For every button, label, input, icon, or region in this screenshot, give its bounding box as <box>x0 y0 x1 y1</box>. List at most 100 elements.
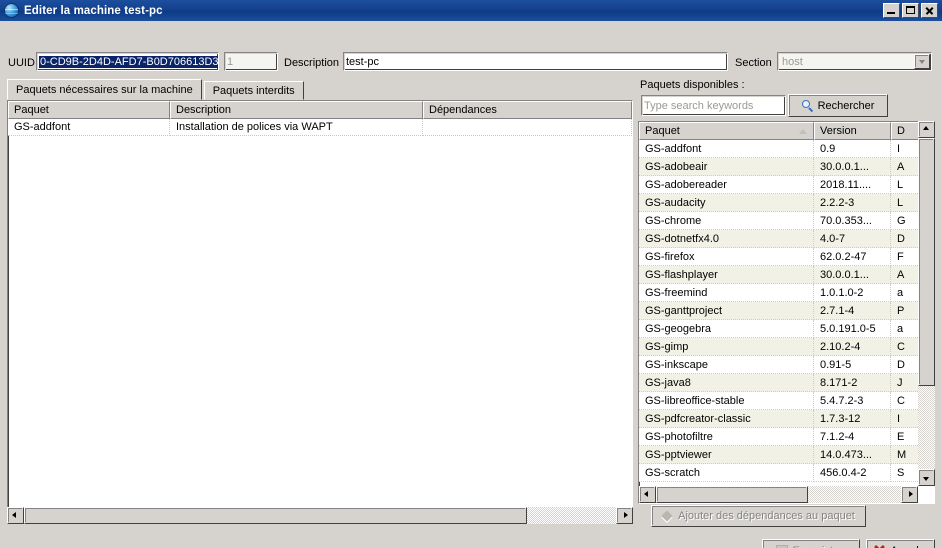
table-row[interactable]: GS-firefox 62.0.2-47 F <box>639 248 934 266</box>
search-icon <box>801 100 813 113</box>
globe-icon <box>4 3 19 18</box>
table-row[interactable]: GS-adobereader 2018.11.... L <box>639 176 934 194</box>
tab-required-packages[interactable]: Paquets nécessaires sur la machine <box>7 79 202 100</box>
table-row[interactable]: GS-java8 8.171-2 J <box>639 374 934 392</box>
hscroll-thumb[interactable] <box>24 507 528 524</box>
cell-paquet: GS-libreoffice-stable <box>639 392 814 410</box>
table-row[interactable]: GS-chrome 70.0.353... G <box>639 212 934 230</box>
table-row[interactable]: GS-adobeair 30.0.0.1... A <box>639 158 934 176</box>
cell-paquet: GS-firefox <box>639 248 814 266</box>
cell-paquet: GS-gimp <box>639 338 814 356</box>
cell-version: 456.0.4-2 <box>814 464 891 482</box>
scroll-right-arrow-icon[interactable] <box>901 486 918 503</box>
cell-description: Installation de polices via WAPT <box>170 119 423 136</box>
cell-version: 8.171-2 <box>814 374 891 392</box>
cell-paquet: GS-addfont <box>8 119 170 136</box>
window-body: UUID 0-CD9B-2D4D-AFD7-B0D706613D37 1 Des… <box>0 21 942 548</box>
section-value: host <box>782 55 803 68</box>
maximize-button[interactable] <box>902 3 919 18</box>
add-dependencies-button[interactable]: Ajouter des dépendances au paquet <box>651 505 866 527</box>
scroll-left-arrow-icon[interactable] <box>639 486 656 503</box>
machine-number-input[interactable]: 1 <box>224 52 278 71</box>
cell-version: 5.0.191.0-5 <box>814 320 891 338</box>
cell-paquet: GS-chrome <box>639 212 814 230</box>
cell-version: 1.0.1.0-2 <box>814 284 891 302</box>
chevron-down-icon[interactable] <box>914 54 930 69</box>
available-packages-grid[interactable]: Paquet Version D GS-addfont 0.9 I GS-adobea… <box>638 121 935 504</box>
tab-forbidden-packages[interactable]: Paquets interdits <box>203 81 304 100</box>
table-row[interactable]: GS-photofiltre 7.1.2-4 E <box>639 428 934 446</box>
scroll-down-arrow-icon[interactable] <box>918 469 935 486</box>
column-header-paquet-label: Paquet <box>645 125 680 137</box>
table-row[interactable]: GS-flashplayer 30.0.0.1... A <box>639 266 934 284</box>
hscroll-track[interactable] <box>656 486 901 503</box>
search-input[interactable]: Type search keywords <box>641 95 786 116</box>
column-header-paquet[interactable]: Paquet <box>639 122 814 140</box>
section-dropdown[interactable]: host <box>777 52 932 71</box>
edit-machine-window: Editer la machine test-pc UUID 0-CD9B-2D… <box>0 0 942 548</box>
cell-version: 2.7.1-4 <box>814 302 891 320</box>
search-button[interactable]: Rechercher <box>788 94 888 117</box>
scroll-right-arrow-icon[interactable] <box>616 507 633 524</box>
add-dependencies-label: Ajouter des dépendances au paquet <box>678 510 855 522</box>
tab-required-packages-label: Paquets nécessaires sur la machine <box>16 83 193 96</box>
table-row[interactable]: GS-addfont Installation de polices via W… <box>8 119 632 136</box>
cell-version: 14.0.473... <box>814 446 891 464</box>
cell-version: 0.91-5 <box>814 356 891 374</box>
description-label: Description <box>284 57 340 69</box>
cell-paquet: GS-pptviewer <box>639 446 814 464</box>
title-bar: Editer la machine test-pc <box>0 0 942 21</box>
table-row[interactable]: GS-ganttproject 2.7.1-4 P <box>639 302 934 320</box>
cancel-button[interactable]: Annuler <box>866 539 935 548</box>
cell-paquet: GS-java8 <box>639 374 814 392</box>
hscroll-track[interactable] <box>24 507 616 524</box>
table-row[interactable]: GS-audacity 2.2.2-3 L <box>639 194 934 212</box>
table-row[interactable]: GS-dotnetfx4.0 4.0-7 D <box>639 230 934 248</box>
cell-version: 30.0.0.1... <box>814 158 891 176</box>
required-packages-hscrollbar[interactable] <box>7 507 633 524</box>
table-row[interactable]: GS-pdfcreator-classic 1.7.3-12 I <box>639 410 934 428</box>
required-packages-grid[interactable]: Paquet Description Dépendances GS-addfon… <box>7 100 633 524</box>
table-row[interactable]: GS-libreoffice-stable 5.4.7.2-3 C <box>639 392 934 410</box>
scroll-left-arrow-icon[interactable] <box>7 507 24 524</box>
minimize-button[interactable] <box>883 3 900 18</box>
table-row[interactable]: GS-scratch 456.0.4-2 S <box>639 464 934 482</box>
available-packages-label: Paquets disponibles : <box>640 79 745 91</box>
column-header-description[interactable]: Description <box>170 101 423 119</box>
description-input[interactable]: test-pc <box>343 52 728 71</box>
table-row[interactable]: GS-freemind 1.0.1.0-2 a <box>639 284 934 302</box>
cell-version: 2.2.2-3 <box>814 194 891 212</box>
column-header-paquet[interactable]: Paquet <box>8 101 170 119</box>
table-row[interactable]: GS-addfont 0.9 I <box>639 140 934 158</box>
cell-paquet: GS-addfont <box>639 140 814 158</box>
cancel-button-label: Annuler <box>891 545 929 548</box>
uuid-value: 0-CD9B-2D4D-AFD7-B0D706613D37 <box>39 55 218 68</box>
column-header-dependances[interactable]: Dépendances <box>423 101 632 119</box>
cell-version: 62.0.2-47 <box>814 248 891 266</box>
vscroll-thumb[interactable] <box>918 138 935 387</box>
table-row[interactable]: GS-gimp 2.10.2-4 C <box>639 338 934 356</box>
table-row[interactable]: GS-pptviewer 14.0.473... M <box>639 446 934 464</box>
cell-dependances <box>423 119 632 136</box>
available-packages-hscrollbar[interactable] <box>639 486 918 503</box>
cell-paquet: GS-flashplayer <box>639 266 814 284</box>
available-packages-vscrollbar[interactable] <box>918 121 935 486</box>
table-row[interactable]: GS-inkscape 0.91-5 D <box>639 356 934 374</box>
cell-version: 7.1.2-4 <box>814 428 891 446</box>
hscroll-thumb[interactable] <box>656 486 808 503</box>
cell-paquet: GS-ganttproject <box>639 302 814 320</box>
cell-version: 1.7.3-12 <box>814 410 891 428</box>
cell-paquet: GS-inkscape <box>639 356 814 374</box>
cell-paquet: GS-scratch <box>639 464 814 482</box>
diamond-icon <box>662 511 673 522</box>
vscroll-track[interactable] <box>918 138 935 469</box>
save-button[interactable]: Enregistrer <box>762 539 860 548</box>
column-header-version[interactable]: Version <box>814 122 891 140</box>
cell-paquet: GS-freemind <box>639 284 814 302</box>
scroll-up-arrow-icon[interactable] <box>918 121 935 138</box>
required-packages-rows: GS-addfont Installation de polices via W… <box>8 119 632 136</box>
available-packages-rows: GS-addfont 0.9 I GS-adobeair 30.0.0.1... A GS-… <box>639 140 934 482</box>
table-row[interactable]: GS-geogebra 5.0.191.0-5 a <box>639 320 934 338</box>
uuid-input[interactable]: 0-CD9B-2D4D-AFD7-B0D706613D37 <box>36 52 219 71</box>
close-button[interactable] <box>921 3 938 18</box>
